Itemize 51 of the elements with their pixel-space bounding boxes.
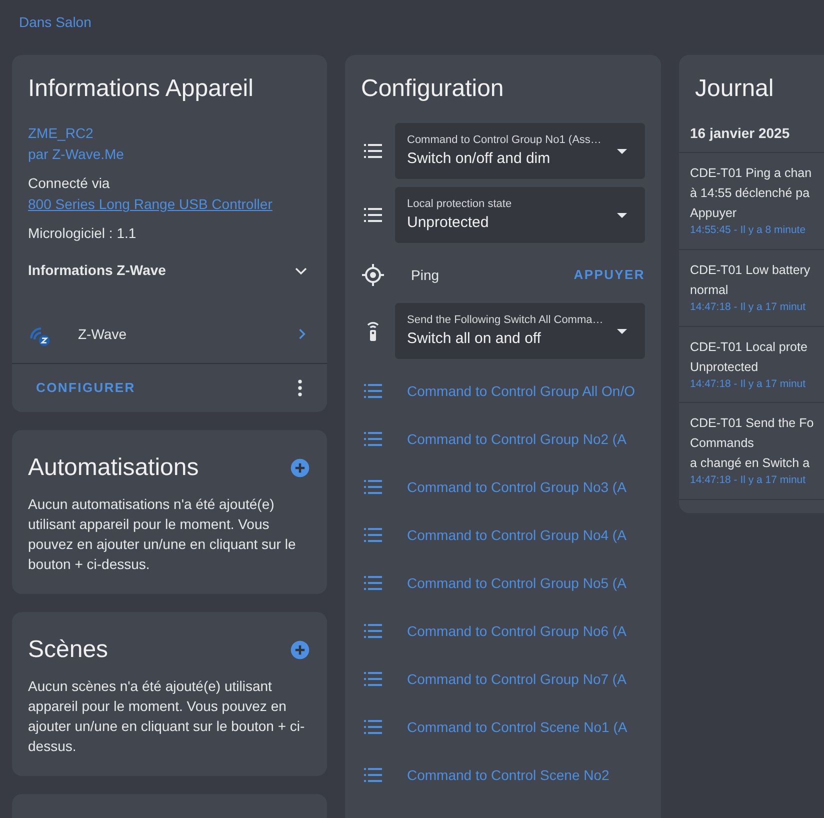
config-link[interactable]: Command to Control Group No7 (A xyxy=(407,668,626,690)
event-time: 14:47:18 - Il y a 17 minut xyxy=(690,300,807,315)
dropdown-field[interactable]: Send the Following Switch All Comma… Switch all on and off xyxy=(395,303,645,359)
empty-state-text: Aucun automatisations n'a été ajouté(e) utilisant appareil pour le moment. Vous pouvez en ajouter un/une en cliquant sur le bouton + ci-dessus. xyxy=(28,494,297,574)
field-value: Switch all on and off xyxy=(407,329,542,349)
config-link[interactable]: Command to Control Group No6 (A xyxy=(407,620,626,642)
event-message: CDE-T01 Send the Fo Commands a changé en Switch a xyxy=(690,415,815,472)
event-message: CDE-T01 Ping a chan à 14:55 déclenché pa Appuyer xyxy=(690,165,813,222)
connection-text: Connecté via 800 Series Long Range USB Controller xyxy=(28,174,274,214)
field-label: Local protection state xyxy=(407,196,513,212)
card-title: Journal xyxy=(694,74,775,104)
manufacturer-link[interactable]: par Z-Wave.Me xyxy=(28,144,311,165)
press-button[interactable]: APPUYER xyxy=(566,259,645,291)
config-link[interactable]: Command to Control Scene No1 (A xyxy=(407,716,628,738)
card-title: Automatisations xyxy=(28,452,199,482)
entity-label: Ping xyxy=(411,266,440,285)
add-icon[interactable] xyxy=(289,456,311,478)
event-time: 14:55:45 - Il y a 8 minute xyxy=(690,223,807,238)
firmware-text: Micrologiciel : 1.1 xyxy=(28,224,138,243)
field-label: Send the Following Switch All Comma… xyxy=(407,312,604,328)
configure-button[interactable]: CONFIGURER xyxy=(28,372,144,404)
controller-link[interactable]: 800 Series Long Range USB Controller xyxy=(28,196,272,212)
event-message: CDE-T01 Low battery normal xyxy=(690,262,812,299)
card-title: Scènes xyxy=(28,634,108,664)
caret-icon xyxy=(617,328,627,334)
empty-state-text: Aucun scènes n'a été ajouté(e) utilisant appareil pour le moment. Vous pouvez en ajouter un/une en cliquant sur le bouton + ci-dessus. xyxy=(28,676,306,756)
config-link[interactable]: Command to Control Group No4 (A xyxy=(407,524,626,546)
card-title: Informations Appareil xyxy=(28,74,254,104)
config-link[interactable]: Command to Control Scene No2 xyxy=(407,764,610,786)
add-icon[interactable] xyxy=(289,638,311,660)
config-link[interactable]: Command to Control Group All On/O xyxy=(407,380,635,402)
event-time: 14:47:18 - Il y a 17 minut xyxy=(690,473,807,488)
breadcrumb-link[interactable]: Dans Salon xyxy=(19,14,92,30)
event-message: CDE-T01 Local prote Unprotected xyxy=(690,338,808,376)
event-time: 14:47:18 - Il y a 17 minut xyxy=(690,376,807,392)
integration-link[interactable]: Z-Wave xyxy=(78,324,293,344)
field-value: Switch on/off and dim xyxy=(407,149,552,169)
journal-date: 16 janvier 2025 xyxy=(689,124,791,143)
field-label: Command to Control Group No1 (Ass… xyxy=(407,132,602,148)
caret-icon xyxy=(617,148,627,154)
config-link[interactable]: Command to Control Group No3 (A xyxy=(407,476,626,498)
config-link[interactable]: Command to Control Group No2 (A xyxy=(407,428,626,450)
field-value: Unprotected xyxy=(407,213,490,233)
target-icon xyxy=(361,263,385,287)
caret-icon xyxy=(617,212,627,218)
expander-label[interactable]: Informations Z-Wave xyxy=(28,260,166,281)
config-link[interactable]: Command to Control Group No5 (A xyxy=(407,572,626,594)
card-title: Configuration xyxy=(361,74,505,104)
dropdown-field[interactable]: Command to Control Group No1 (Ass… Switch on/off and dim xyxy=(395,123,645,179)
dropdown-field[interactable]: Local protection state Unprotected xyxy=(395,187,645,243)
model-link[interactable]: ZME_RC2 xyxy=(28,123,311,144)
